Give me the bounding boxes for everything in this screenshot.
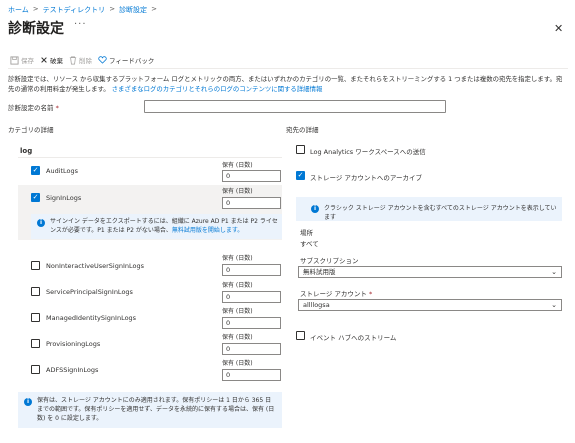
command-bar: 保存 破棄 削除 フィードバック (10, 55, 154, 65)
learn-more-link[interactable]: さまざまなログのカテゴリとそれらのログのコンテンツに関する詳細情報 (112, 85, 323, 93)
retention-label: 保有 (日数) (222, 360, 253, 367)
required-marker: * (369, 290, 373, 298)
category-label: SignInLogs (46, 194, 82, 202)
name-field-label: 診断設定の名前 * (8, 102, 59, 112)
license-info-message: サインイン データをエクスポートするには、組織に Azure AD P1 または… (50, 218, 278, 234)
retention-label: 保有 (日数) (222, 308, 253, 315)
log-analytics-checkbox[interactable] (296, 145, 305, 154)
subscription-dropdown[interactable]: 無料試用版 ⌄ (298, 266, 562, 278)
category-row-adfs: ADFSSignInLogs 保有 (日数) 0 (18, 358, 282, 384)
required-marker: * (55, 104, 59, 112)
breadcrumb-separator: > (151, 5, 157, 13)
adfs-retention-input[interactable]: 0 (222, 369, 281, 381)
divider (8, 68, 568, 69)
category-label: ServicePrincipalSignInLogs (46, 288, 133, 296)
retention-label: 保有 (日数) (222, 282, 253, 289)
save-button[interactable]: 保存 (10, 55, 34, 65)
event-hub-checkbox[interactable] (296, 331, 305, 340)
category-row-auditlogs: ✓ AuditLogs 保有 (日数) 0 (18, 158, 282, 184)
log-group-header: log (20, 147, 33, 155)
diagnostic-setting-name-input[interactable] (144, 100, 446, 113)
chevron-down-icon: ⌄ (551, 268, 557, 276)
breadcrumb: ホーム > テストディレクトリ > 診断設定 > (8, 5, 157, 15)
breadcrumb-diagnostic-settings[interactable]: 診断設定 (119, 5, 147, 15)
storage-account-value: allllogsa (303, 301, 330, 309)
breadcrumb-directory[interactable]: テストディレクトリ (43, 5, 106, 15)
signinlogs-retention-input[interactable]: 0 (222, 197, 281, 209)
save-label: 保存 (21, 57, 34, 65)
subscription-value: 無料試用版 (303, 268, 336, 276)
license-info-box: i サインイン データをエクスポートするには、組織に Azure AD P1 ま… (31, 214, 282, 239)
noninteractive-retention-input[interactable]: 0 (222, 264, 281, 276)
auditlogs-retention-input[interactable]: 0 (222, 170, 281, 182)
discard-label: 破棄 (50, 57, 63, 65)
subscription-label: サブスクリプション (300, 257, 359, 265)
close-button[interactable]: ✕ (554, 22, 563, 35)
event-hub-label: イベント ハブへのストリーム (310, 334, 397, 342)
trash-icon (69, 56, 77, 64)
category-details-header: カテゴリの詳細 (8, 126, 54, 134)
discard-button[interactable]: 破棄 (40, 55, 63, 65)
serviceprincipal-retention-input[interactable]: 0 (222, 291, 281, 303)
provisioning-checkbox[interactable] (31, 339, 40, 348)
noninteractive-checkbox[interactable] (31, 261, 40, 270)
category-label: ProvisioningLogs (46, 340, 101, 348)
delete-label: 削除 (79, 57, 92, 65)
category-row-noninteractive: NonInteractiveUserSignInLogs 保有 (日数) 0 (18, 253, 282, 279)
breadcrumb-separator: > (32, 5, 39, 13)
storage-account-dropdown[interactable]: allllogsa ⌄ (298, 299, 562, 311)
location-value: すべて (300, 240, 319, 248)
feedback-button[interactable]: フィードバック (98, 55, 154, 65)
auditlogs-checkbox[interactable]: ✓ (31, 166, 40, 175)
info-icon: i (37, 219, 45, 227)
category-row-serviceprincipal: ServicePrincipalSignInLogs 保有 (日数) 0 (18, 280, 282, 306)
managedidentity-checkbox[interactable] (31, 313, 40, 322)
retention-info-box: i 保有は、ストレージ アカウントにのみ適用されます。保有ポリシーは 1 日から… (18, 392, 282, 428)
signinlogs-checkbox[interactable]: ✓ (31, 193, 40, 202)
more-actions-button[interactable]: ··· (74, 19, 87, 30)
category-label: ManagedIdentitySignInLogs (46, 314, 137, 322)
info-icon: i (24, 398, 32, 406)
retention-info-text: 保有は、ストレージ アカウントにのみ適用されます。保有ポリシーは 1 日から 3… (37, 397, 275, 422)
breadcrumb-separator: > (109, 5, 116, 13)
storage-account-label: ストレージ アカウント * (300, 288, 372, 298)
storage-archive-label: ストレージ アカウントへのアーカイブ (310, 174, 423, 182)
category-label: NonInteractiveUserSignInLogs (46, 262, 144, 270)
name-label-text: 診断設定の名前 (8, 104, 54, 112)
retention-label: 保有 (日数) (222, 162, 253, 169)
provisioning-retention-input[interactable]: 0 (222, 343, 281, 355)
description: 診断設定では、リソース から収集するプラットフォーム ログとメトリックの両方、ま… (8, 74, 568, 94)
storage-info-box: i クラシック ストレージ アカウントを含むすべてのストレージ アカウントを表示… (296, 197, 562, 221)
category-row-signinlogs: ✓ SignInLogs 保有 (日数) 0 i サインイン データをエクスポー… (18, 185, 282, 240)
feedback-label: フィードバック (109, 57, 155, 65)
location-label: 場所 (300, 229, 313, 237)
managedidentity-retention-input[interactable]: 0 (222, 317, 281, 329)
storage-archive-checkbox[interactable]: ✓ (296, 171, 305, 180)
retention-label: 保有 (日数) (222, 255, 253, 262)
category-row-provisioning: ProvisioningLogs 保有 (日数) 0 (18, 332, 282, 358)
category-label: AuditLogs (46, 167, 79, 175)
save-icon (10, 55, 19, 65)
storage-account-label-text: ストレージ アカウント (300, 290, 367, 298)
storage-info-text: クラシック ストレージ アカウントを含むすべてのストレージ アカウントを表示して… (324, 205, 557, 221)
breadcrumb-home[interactable]: ホーム (8, 5, 29, 15)
category-label: ADFSSignInLogs (46, 366, 99, 374)
serviceprincipal-checkbox[interactable] (31, 287, 40, 296)
destination-details-header: 宛先の詳細 (286, 126, 319, 134)
adfs-checkbox[interactable] (31, 365, 40, 374)
heart-icon (98, 56, 107, 64)
start-trial-link[interactable]: 無料試用版を開始します。 (172, 227, 243, 234)
close-icon (41, 57, 47, 63)
log-analytics-label: Log Analytics ワークスペースへの送信 (310, 148, 426, 156)
chevron-down-icon: ⌄ (551, 301, 557, 309)
license-info-text: サインイン データをエクスポートするには、組織に Azure AD P1 または… (50, 217, 278, 235)
delete-button[interactable]: 削除 (69, 55, 92, 65)
page-title: 診断設定 (8, 21, 64, 37)
retention-label: 保有 (日数) (222, 188, 253, 195)
retention-label: 保有 (日数) (222, 334, 253, 341)
category-row-managedidentity: ManagedIdentitySignInLogs 保有 (日数) 0 (18, 306, 282, 332)
info-icon: i (311, 205, 319, 213)
